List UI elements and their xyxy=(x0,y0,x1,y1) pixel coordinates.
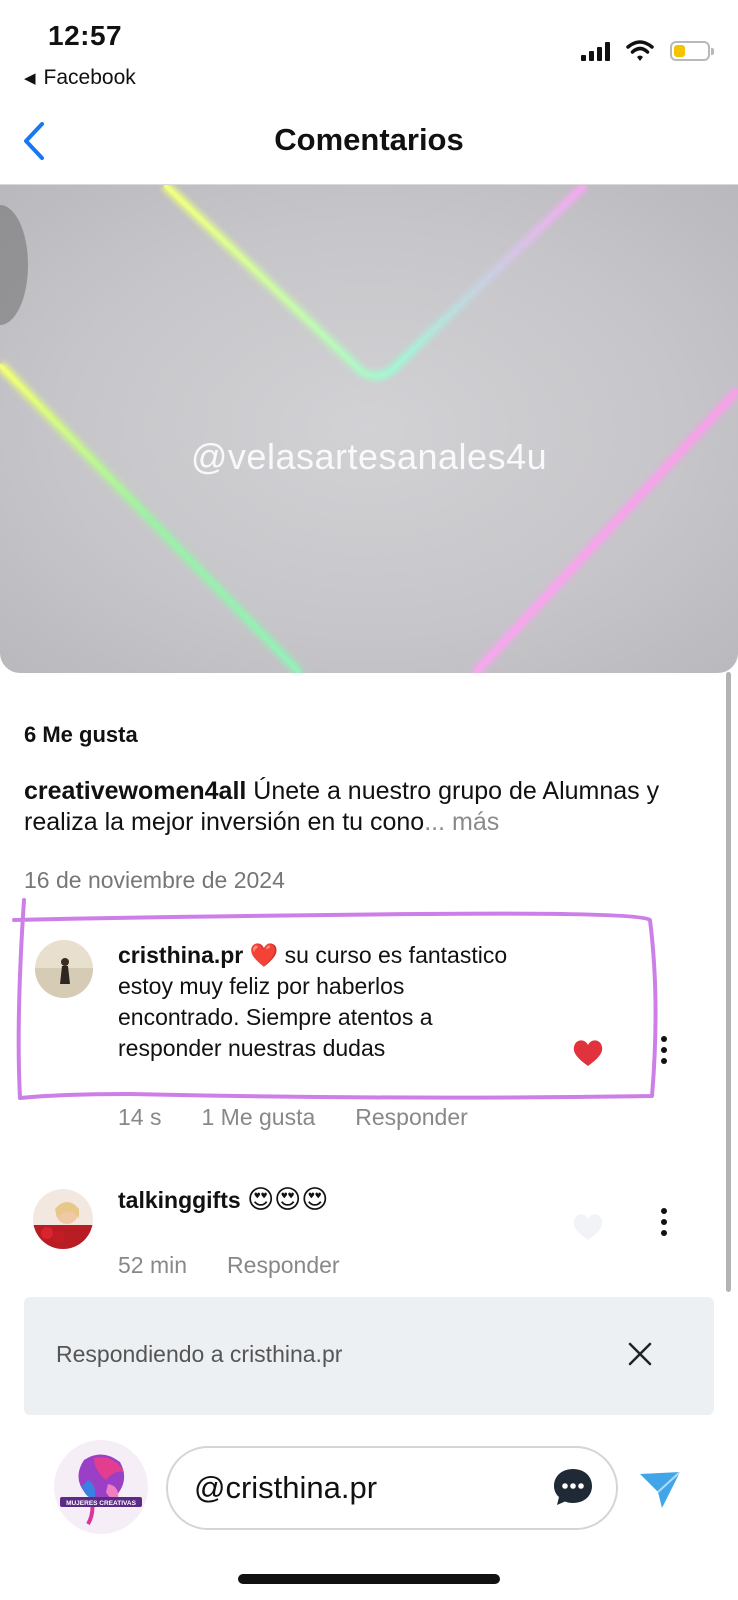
current-user-avatar[interactable]: MUJERES CREATIVAS xyxy=(54,1440,148,1534)
comment-options-icon[interactable] xyxy=(654,1208,674,1236)
comment-text: talkinggifts 😍😍😍 xyxy=(118,1184,538,1216)
like-heart-icon[interactable] xyxy=(572,1212,604,1242)
comment-item: talkinggifts 😍😍😍 52 min Responder xyxy=(0,1184,738,1288)
page-title: Comentarios xyxy=(274,122,464,157)
comment-meta: 14 s 1 Me gusta Responder xyxy=(118,1104,468,1131)
logo-text: MUJERES CREATIVAS xyxy=(66,1500,136,1507)
status-time: 12:57 xyxy=(48,20,123,51)
post-likes-count[interactable]: 6 Me gusta xyxy=(24,722,138,748)
comment-time: 14 s xyxy=(118,1104,162,1130)
status-indicators xyxy=(581,40,714,62)
send-icon[interactable] xyxy=(636,1466,684,1514)
mujeres-creativas-logo: MUJERES CREATIVAS xyxy=(54,1440,148,1534)
cellular-signal-icon xyxy=(581,41,610,61)
avatar-photo xyxy=(33,1189,93,1249)
avatar[interactable] xyxy=(35,940,93,998)
comment-emoji: 😍😍😍 xyxy=(247,1184,329,1214)
back-to-app-link[interactable]: ◀ Facebook xyxy=(24,66,136,90)
avatar[interactable] xyxy=(33,1189,93,1249)
avatar-photo xyxy=(35,940,93,998)
neon-lines-graphic xyxy=(0,185,738,673)
comment-item: cristhina.pr ❤️ su curso es fantastico e… xyxy=(0,940,738,1140)
post-caption: creativewomen4all Únete a nuestro grupo … xyxy=(24,776,714,838)
comment-username[interactable]: cristhina.pr xyxy=(118,942,243,968)
close-icon[interactable] xyxy=(624,1338,656,1370)
battery-icon xyxy=(670,41,714,61)
post-media[interactable] xyxy=(0,185,738,673)
home-indicator[interactable] xyxy=(238,1574,500,1584)
comment-time: 52 min xyxy=(118,1252,188,1278)
like-heart-icon[interactable] xyxy=(572,1038,604,1068)
replying-to-text: Respondiendo a cristhina.pr xyxy=(56,1341,343,1367)
caption-more-link[interactable]: ... más xyxy=(424,808,499,836)
comment-emoji: ❤️ xyxy=(249,942,279,968)
comment-options-icon[interactable] xyxy=(654,1036,674,1064)
media-watermark: @velasartesanales4u xyxy=(190,436,548,477)
wifi-icon xyxy=(626,40,654,61)
comment-text: cristhina.pr ❤️ su curso es fantastico e… xyxy=(118,940,518,1064)
chat-bubble-icon[interactable] xyxy=(552,1466,594,1508)
back-app-label: Facebook xyxy=(43,66,136,89)
caption-username[interactable]: creativewomen4all xyxy=(24,777,246,805)
reply-button[interactable]: Responder xyxy=(355,1104,468,1131)
reply-button[interactable]: Responder xyxy=(227,1252,340,1279)
comment-username[interactable]: talkinggifts xyxy=(118,1187,241,1213)
comment-input[interactable] xyxy=(194,1466,534,1510)
comment-likes[interactable]: 1 Me gusta xyxy=(201,1104,315,1131)
comment-meta: 52 min Responder xyxy=(118,1252,340,1279)
back-triangle-icon: ◀ xyxy=(24,70,36,87)
